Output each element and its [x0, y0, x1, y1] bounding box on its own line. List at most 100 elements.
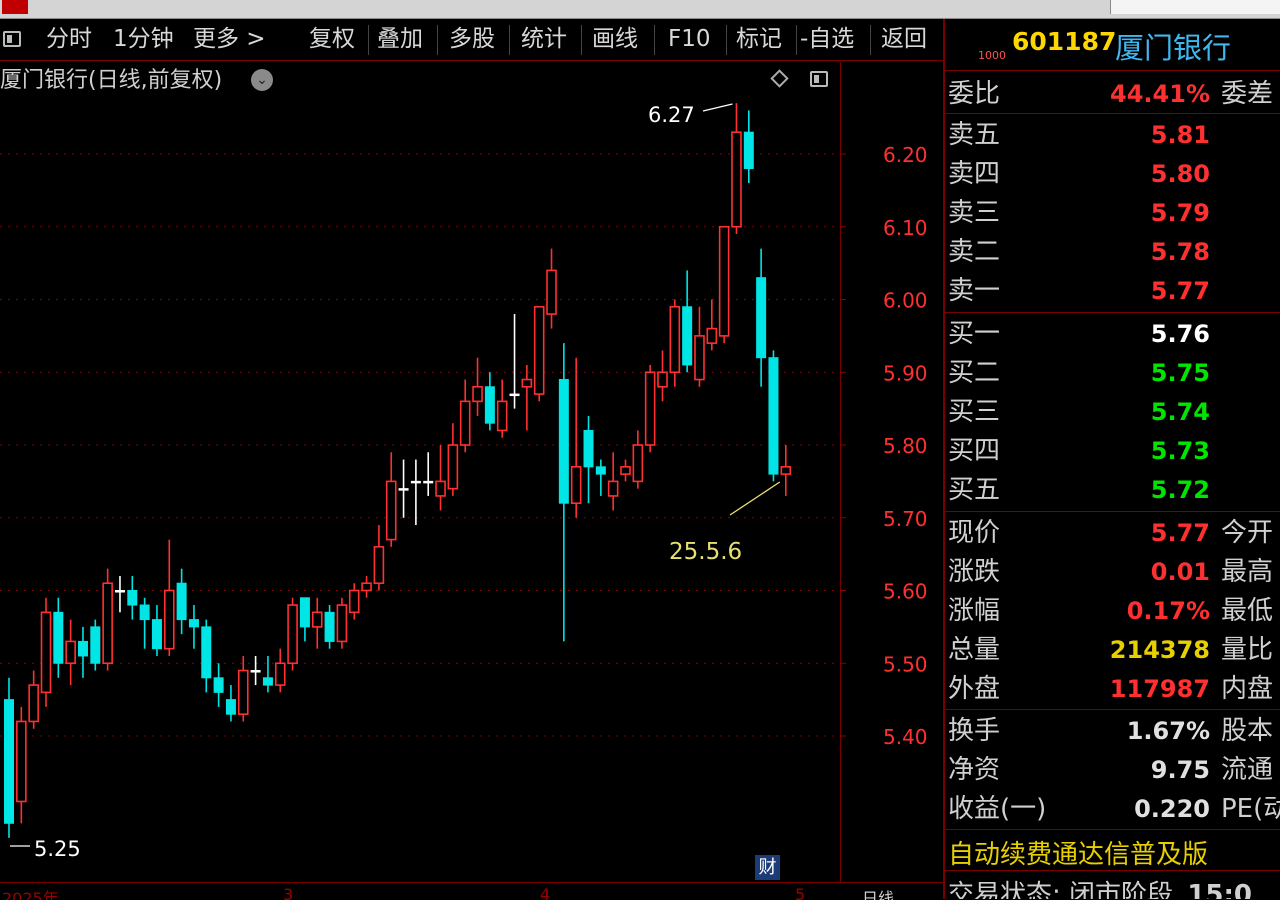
sell-label: 卖三 — [948, 198, 1001, 228]
candle-body — [509, 393, 520, 397]
candle-body — [472, 385, 483, 403]
buy-price: 5.73 — [1150, 437, 1210, 465]
date-axis: 2025年 3 4 5 日线 — [0, 882, 943, 900]
sell-row: 卖二 5.78 — [945, 233, 1280, 271]
candle-body — [40, 611, 52, 694]
candle-body — [706, 327, 718, 344]
candle-body — [373, 546, 385, 585]
sell-price: 5.80 — [1150, 160, 1210, 188]
candle-body — [570, 466, 582, 505]
sell-label: 卖二 — [948, 237, 1001, 267]
sell-price: 5.81 — [1150, 121, 1210, 149]
candle-body — [410, 480, 421, 484]
candle-body — [435, 480, 446, 497]
weicha-label: 委差 — [1221, 79, 1274, 109]
fund-label2: 流通 — [1221, 755, 1274, 785]
sell-label: 卖一 — [948, 276, 1001, 306]
quote-label2: 最高 — [1221, 557, 1274, 587]
quote-row: 外盘 117987 内盘 — [945, 670, 1280, 708]
candle-body — [607, 480, 619, 497]
buy-label: 买五 — [948, 475, 1001, 505]
quote-row: 现价 5.77 今开 — [945, 514, 1280, 552]
quote-row: 涨跌 0.01 最高 — [945, 553, 1280, 591]
high-arrow — [702, 103, 733, 112]
period-label[interactable]: 日线 — [862, 885, 894, 900]
candle-body — [780, 466, 792, 475]
candle-body — [756, 277, 767, 359]
quote-label: 涨跌 — [948, 557, 1001, 587]
buy-row: 买五 5.72 — [945, 471, 1280, 509]
date-label-apr: 4 — [540, 885, 551, 900]
status-time: 15:0 — [1187, 880, 1252, 899]
buy-price: 5.76 — [1150, 320, 1210, 348]
candle-body — [447, 444, 459, 490]
y-tick-label: 5.40 — [883, 725, 928, 749]
candle-body — [102, 582, 113, 665]
status-label: 交易状态: — [948, 880, 1061, 899]
candle-body — [718, 225, 730, 337]
candle-body — [139, 604, 150, 621]
candle-body — [361, 582, 372, 592]
buy-row: 买三 5.74 — [945, 393, 1280, 431]
candle-body — [127, 590, 138, 606]
quote-value: 0.17% — [1126, 597, 1210, 625]
candle-body — [213, 677, 224, 693]
finance-badge[interactable]: 财 — [755, 855, 780, 880]
candle-body — [201, 626, 212, 679]
y-tick-label: 5.90 — [883, 361, 928, 385]
candle-body — [768, 357, 779, 475]
quote-label2: 今开 — [1221, 518, 1274, 548]
fund-label2: 股本 — [1221, 716, 1274, 746]
candle-body — [743, 131, 754, 170]
quote-label2: 量比 — [1221, 635, 1274, 665]
fund-label: 收益(一) — [948, 794, 1047, 824]
candle-body — [77, 640, 88, 657]
buy-label: 买一 — [948, 319, 1001, 349]
quote-value: 5.77 — [1150, 519, 1210, 547]
candle-body — [4, 699, 14, 824]
buy-label: 买二 — [948, 358, 1001, 388]
buy-row: 买二 5.75 — [945, 354, 1280, 392]
candle-body — [595, 466, 606, 475]
quote-value: 214378 — [1109, 636, 1210, 664]
candle-body — [163, 589, 175, 650]
quote-label: 总量 — [948, 635, 1001, 665]
buy-label: 买四 — [948, 436, 1001, 466]
quote-panel: 1000 601187 厦门银行 委比 44.41% 委差 卖五 5.81 卖四… — [945, 19, 1280, 899]
stock-name[interactable]: 厦门银行 — [1115, 25, 1231, 67]
fund-value: 9.75 — [1150, 756, 1210, 784]
y-tick-label: 5.80 — [883, 434, 928, 458]
fund-label: 净资 — [948, 755, 1001, 785]
candle-body — [546, 269, 557, 315]
fund-row: 换手 1.67% 股本 — [945, 712, 1280, 750]
stock-code-prefix: 1000 — [978, 49, 1006, 62]
candle-body — [262, 677, 273, 686]
candle-body — [484, 386, 495, 424]
quote-label2: 内盘 — [1221, 674, 1274, 704]
buy-price: 5.74 — [1150, 398, 1210, 426]
sell-label: 卖四 — [948, 159, 1001, 189]
candle-body — [348, 589, 360, 614]
candle-body — [114, 590, 125, 593]
quote-label2: 最低 — [1221, 596, 1274, 626]
date-arrow — [729, 481, 781, 516]
candle-body — [28, 684, 39, 723]
y-tick-label: 6.00 — [883, 289, 928, 313]
candle-body — [521, 378, 533, 388]
candle-body — [459, 400, 471, 446]
high-price-label: 6.27 — [648, 103, 695, 127]
candle-body — [250, 670, 261, 673]
candle-body — [176, 582, 187, 621]
y-tick-label: 6.10 — [883, 216, 928, 240]
buy-price: 5.75 — [1150, 359, 1210, 387]
candle-body — [299, 597, 310, 628]
stock-header: 1000 601187 厦门银行 — [945, 19, 1280, 69]
y-tick-label: 5.50 — [883, 652, 928, 676]
candle-body — [398, 488, 409, 491]
promo-link[interactable]: 自动续费通达信普及版 — [948, 834, 1208, 871]
quote-label: 外盘 — [948, 674, 1001, 704]
candle-body — [632, 444, 644, 483]
candle-body — [65, 640, 76, 665]
candle-body — [694, 335, 705, 381]
date-label-may: 5 — [795, 885, 806, 900]
